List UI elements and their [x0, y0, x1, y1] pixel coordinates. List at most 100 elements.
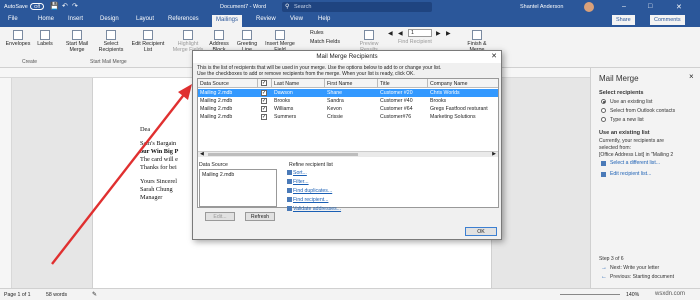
table-row[interactable]: Mailing 2.mdb ✓ Dawson Shane Customer #2… — [198, 89, 498, 97]
close-window-icon[interactable]: ✕ — [676, 3, 682, 11]
option-existing-list[interactable]: Use an existing list — [610, 99, 652, 105]
search-box[interactable]: ⚲ Search — [282, 2, 432, 12]
tab-mailings[interactable]: Mailings — [212, 15, 243, 27]
row-checkbox[interactable]: ✓ — [261, 106, 267, 112]
sort-link[interactable]: Sort... — [287, 170, 307, 176]
radio-existing-list[interactable] — [601, 99, 606, 104]
redo-icon[interactable]: ↷ — [72, 2, 78, 10]
row-checkbox[interactable]: ✓ — [261, 114, 267, 120]
filter-link[interactable]: Filter... — [287, 179, 309, 185]
comments-button[interactable]: Comments — [650, 15, 685, 25]
edit-button[interactable]: Edit... — [205, 212, 235, 221]
dialog-title: Mail Merge Recipients — [193, 51, 501, 63]
prev-record-icon[interactable]: ◀ — [398, 30, 403, 37]
ok-button[interactable]: OK — [465, 227, 497, 236]
previous-step-link[interactable]: Previous: Starting document — [610, 274, 674, 280]
autosave-label: AutoSave — [4, 4, 28, 10]
address-block-icon — [214, 30, 224, 40]
refresh-button[interactable]: Refresh — [245, 212, 275, 221]
column-header-data-source[interactable]: Data Source — [198, 79, 258, 88]
previous-arrow-icon: ← — [601, 274, 607, 280]
maximize-icon[interactable]: □ — [648, 3, 652, 10]
edit-recipient-list-button[interactable]: Edit Recipient List — [130, 30, 166, 53]
column-header-checkbox[interactable]: ✓ — [258, 79, 272, 88]
select-recipients-button[interactable]: Select Recipients — [94, 30, 128, 53]
record-number-input[interactable]: 1 — [408, 29, 432, 37]
next-step-link[interactable]: Next: Write your letter — [610, 265, 659, 271]
column-header-last-name[interactable]: Last Name — [272, 79, 325, 88]
row-checkbox[interactable]: ✓ — [261, 90, 267, 96]
find-recipient-link[interactable]: Find recipient... — [287, 197, 328, 203]
page-count[interactable]: Page 1 of 1 — [4, 292, 31, 298]
select-different-list-link[interactable]: Select a different list... — [610, 160, 660, 166]
zoom-level[interactable]: 140% — [626, 292, 639, 298]
radio-outlook-contacts[interactable] — [601, 108, 606, 113]
envelopes-button[interactable]: Envelopes — [4, 30, 32, 47]
column-header-title[interactable]: Title — [378, 79, 428, 88]
tab-review[interactable]: Review — [256, 16, 276, 22]
first-record-icon[interactable]: ◀ — [388, 30, 393, 37]
autosave-toggle[interactable]: Off — [30, 3, 44, 10]
undo-icon[interactable]: ↶ — [62, 2, 68, 10]
pane-close-icon[interactable]: × — [689, 72, 694, 81]
tab-file[interactable]: File — [8, 16, 18, 22]
labels-button[interactable]: Labels — [34, 30, 56, 47]
cell-data-source: Mailing 2.mdb — [200, 106, 233, 112]
doc-line: Sam's Bargain — [140, 140, 177, 147]
avatar[interactable] — [584, 2, 594, 12]
find-duplicates-link[interactable]: Find duplicates... — [287, 188, 333, 194]
minimize-icon[interactable]: – — [622, 3, 626, 10]
find-duplicates-label: Find duplicates... — [293, 188, 333, 194]
last-record-icon[interactable]: ▶ — [446, 30, 451, 37]
radio-new-list[interactable] — [601, 117, 606, 122]
data-source-list[interactable]: Mailing 2.mdb — [199, 169, 277, 207]
match-fields-button[interactable]: Match Fields — [310, 39, 340, 45]
cell-last-name: Brooks — [274, 98, 291, 104]
next-record-icon[interactable]: ▶ — [436, 30, 441, 37]
horizontal-scrollbar[interactable]: ◀ ▶ — [198, 151, 498, 157]
validate-addresses-link[interactable]: Validate addresses... — [287, 206, 341, 212]
select-all-checkbox[interactable]: ✓ — [261, 80, 267, 86]
scroll-left-icon[interactable]: ◀ — [200, 151, 204, 157]
document-title: Document7 - Word — [220, 4, 267, 10]
dialog-close-icon[interactable]: ✕ — [489, 52, 499, 61]
scroll-right-icon[interactable]: ▶ — [492, 151, 496, 157]
proofing-icon[interactable]: ✎ — [92, 291, 97, 298]
tab-view[interactable]: View — [290, 16, 303, 22]
data-source-item[interactable]: Mailing 2.mdb — [202, 172, 234, 178]
share-button[interactable]: Share — [612, 15, 635, 25]
doc-line: Sarah Chung — [140, 186, 173, 193]
envelopes-label: Envelopes — [5, 41, 31, 47]
tab-layout[interactable]: Layout — [136, 16, 154, 22]
find-recipient-button[interactable]: Find Recipient — [398, 39, 432, 45]
insert-field-icon — [275, 30, 285, 40]
mail-merge-pane: Mail Merge × Select recipients Use an ex… — [590, 68, 700, 288]
mail-merge-recipients-dialog: Mail Merge Recipients ✕ This is the list… — [192, 50, 502, 240]
word-count[interactable]: 58 words — [46, 292, 67, 298]
user-name[interactable]: Shantel Anderson — [520, 4, 563, 10]
column-header-first-name[interactable]: First Name — [325, 79, 378, 88]
select-recipients-heading: Select recipients — [599, 90, 644, 96]
cell-title: Customer#76 — [380, 114, 412, 120]
option-outlook-contacts[interactable]: Select from Outlook contacts — [610, 108, 675, 114]
table-row[interactable]: Mailing 2.mdb ✓ Summers Crissie Customer… — [198, 113, 498, 121]
start-mail-merge-button[interactable]: Start Mail Merge — [62, 30, 92, 53]
row-checkbox[interactable]: ✓ — [261, 98, 267, 104]
rules-button[interactable]: Rules — [310, 30, 324, 36]
envelope-icon — [13, 30, 23, 40]
tab-references[interactable]: References — [168, 16, 199, 22]
option-new-list[interactable]: Type a new list — [610, 117, 644, 123]
edit-recipient-list-link[interactable]: Edit recipient list... — [610, 171, 651, 177]
table-row[interactable]: Mailing 2.mdb ✓ Williams Kevon Customer … — [198, 105, 498, 113]
cell-first-name: Shane — [327, 90, 343, 96]
tab-design[interactable]: Design — [100, 16, 119, 22]
scrollbar-thumb[interactable] — [208, 153, 358, 156]
zoom-slider[interactable] — [560, 294, 620, 295]
tab-home[interactable]: Home — [38, 16, 54, 22]
filter-link-label: Filter... — [293, 179, 309, 185]
tab-help[interactable]: Help — [318, 16, 330, 22]
tab-insert[interactable]: Insert — [68, 16, 83, 22]
column-header-company[interactable]: Company Name — [428, 79, 498, 88]
save-icon[interactable]: 💾 — [50, 2, 59, 10]
table-row[interactable]: Mailing 2.mdb ✓ Brooks Sandra Customer #… — [198, 97, 498, 105]
